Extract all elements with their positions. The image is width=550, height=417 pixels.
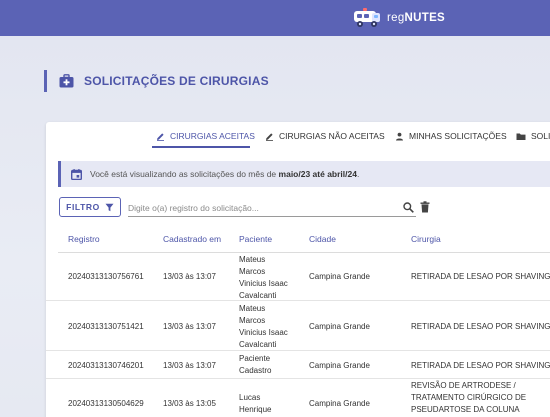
search-icon[interactable] — [403, 202, 414, 213]
cirurgia-line: PSEUDARTOSE DA COLUNA — [411, 405, 520, 414]
tab-cirurgias-nao-aceitas[interactable]: CIRURGIAS NÃO ACEITAS — [265, 127, 385, 145]
cell-cadastrado: 13/03 às 13:07 — [163, 321, 216, 331]
paciente-line: Lucas — [239, 393, 261, 402]
search-field — [128, 198, 416, 217]
paciente-line: Marcos — [239, 316, 266, 325]
page-title: SOLICITAÇÕES DE CIRURGIAS — [84, 74, 269, 88]
info-text: Você está visualizando as solicitações d… — [90, 169, 359, 179]
person-icon — [396, 132, 403, 140]
cell-paciente: Mateus Marcos Vinicius Isaac Cavalcanti — [239, 303, 288, 351]
cell-cidade: Campina Grande — [309, 399, 370, 408]
pencil-icon — [266, 132, 273, 141]
column-header-cadastrado[interactable]: Cadastrado em — [163, 234, 221, 244]
tab-minhas-solicitacoes[interactable]: MINHAS SOLICITAÇÕES — [395, 127, 507, 145]
paciente-line: Cadastro — [239, 366, 272, 375]
cell-cadastrado: 13/03 às 13:07 — [163, 360, 216, 370]
column-header-cirurgia[interactable]: Cirurgia — [411, 234, 441, 244]
tab-label: CIRURGIAS ACEITAS — [170, 131, 255, 141]
paciente-line: Cavalcanti — [239, 340, 277, 349]
info-prefix: Você está visualizando as solicitações d… — [90, 169, 279, 179]
tab-label: SOLIC — [531, 131, 550, 141]
cell-paciente: Lucas Henrique — [239, 392, 271, 416]
column-header-cidade[interactable]: Cidade — [309, 234, 336, 244]
cell-cadastrado: 13/03 às 13:07 — [163, 272, 216, 281]
cell-registro: 20240313130504629 — [68, 399, 144, 408]
tab-bar: CIRURGIAS ACEITAS CIRURGIAS NÃO ACEITAS … — [46, 122, 550, 148]
paciente-line: Paciente — [239, 354, 271, 363]
paciente-line: Marcos — [239, 267, 266, 276]
calendar-icon — [71, 168, 82, 180]
brand-logo[interactable]: regNUTES — [352, 6, 445, 30]
cell-registro: 20240313130756761 — [68, 272, 144, 281]
ambulance-logo-icon — [354, 8, 380, 27]
table-row[interactable]: 20240313130751421 13/03 às 13:07 Mateus … — [46, 302, 550, 351]
cell-cirurgia: RETIRADA DE LESAO POR SHAVING — [411, 272, 550, 281]
active-tab-indicator — [152, 146, 250, 148]
paciente-line: Mateus — [239, 255, 266, 264]
cell-paciente: Mateus Marcos Vinicius Isaac Cavalcanti — [239, 254, 288, 302]
requests-card: CIRURGIAS ACEITAS CIRURGIAS NÃO ACEITAS … — [46, 122, 550, 417]
cell-cidade: Campina Grande — [309, 360, 370, 370]
cell-cadastrado: 13/03 às 13:05 — [163, 399, 216, 408]
medical-bag-icon — [59, 74, 74, 88]
search-input[interactable] — [128, 199, 398, 217]
funnel-icon — [105, 203, 114, 211]
cell-cidade: Campina Grande — [309, 321, 370, 331]
folder-icon — [516, 133, 526, 140]
page-header: SOLICITAÇÕES DE CIRURGIAS — [44, 70, 269, 92]
top-app-bar: regNUTES — [0, 0, 550, 36]
paciente-line: Cavalcanti — [239, 291, 277, 300]
filter-button[interactable]: FILTRO — [59, 197, 121, 217]
cell-paciente: Paciente Cadastro — [239, 353, 271, 377]
brand-prefix: reg — [387, 12, 405, 24]
info-suffix: . — [356, 169, 360, 179]
cell-registro: 20240313130751421 — [68, 321, 144, 331]
paciente-line: Henrique — [239, 405, 272, 414]
cell-cirurgia: RETIRADA DE LESAO POR SHAVING — [411, 321, 550, 331]
paciente-line: Mateus — [239, 304, 266, 313]
paciente-line: Vinicius Isaac — [239, 328, 288, 337]
info-period: maio/23 até abril/24 — [278, 169, 357, 179]
cell-cirurgia: RETIRADA DE LESAO POR SHAVING — [411, 360, 550, 370]
tab-label: MINHAS SOLICITAÇÕES — [409, 131, 507, 141]
brand-name: regNUTES — [387, 12, 445, 24]
table-row[interactable]: 20240313130504629 13/03 às 13:05 Lucas H… — [46, 380, 550, 417]
column-header-registro[interactable]: Registro — [68, 234, 100, 244]
tab-cirurgias-aceitas[interactable]: CIRURGIAS ACEITAS — [156, 127, 255, 145]
tab-label: CIRURGIAS NÃO ACEITAS — [279, 131, 385, 141]
paciente-line: Vinicius Isaac — [239, 279, 288, 288]
cirurgia-line: TRATAMENTO CIRÚRGICO DE — [411, 393, 527, 402]
table-header: Registro Cadastrado em Paciente Cidade C… — [46, 234, 550, 252]
tab-solic[interactable]: SOLIC — [516, 127, 550, 145]
cell-cirurgia: REVISÃO DE ARTRODESE / TRATAMENTO CIRÚRG… — [411, 380, 526, 416]
info-banner: Você está visualizando as solicitações d… — [58, 161, 550, 187]
cell-registro: 20240313130746201 — [68, 360, 144, 370]
filter-label: FILTRO — [66, 202, 100, 212]
cell-cidade: Campina Grande — [309, 272, 370, 281]
table-row[interactable]: 20240313130756761 13/03 às 13:07 Mateus … — [46, 253, 550, 301]
brand-suffix: NUTES — [404, 12, 446, 24]
column-header-paciente[interactable]: Paciente — [239, 234, 272, 244]
pencil-icon — [157, 132, 164, 141]
table-row[interactable]: 20240313130746201 13/03 às 13:07 Pacient… — [46, 352, 550, 379]
trash-icon[interactable] — [420, 201, 430, 213]
cirurgia-line: REVISÃO DE ARTRODESE / — [411, 381, 516, 390]
